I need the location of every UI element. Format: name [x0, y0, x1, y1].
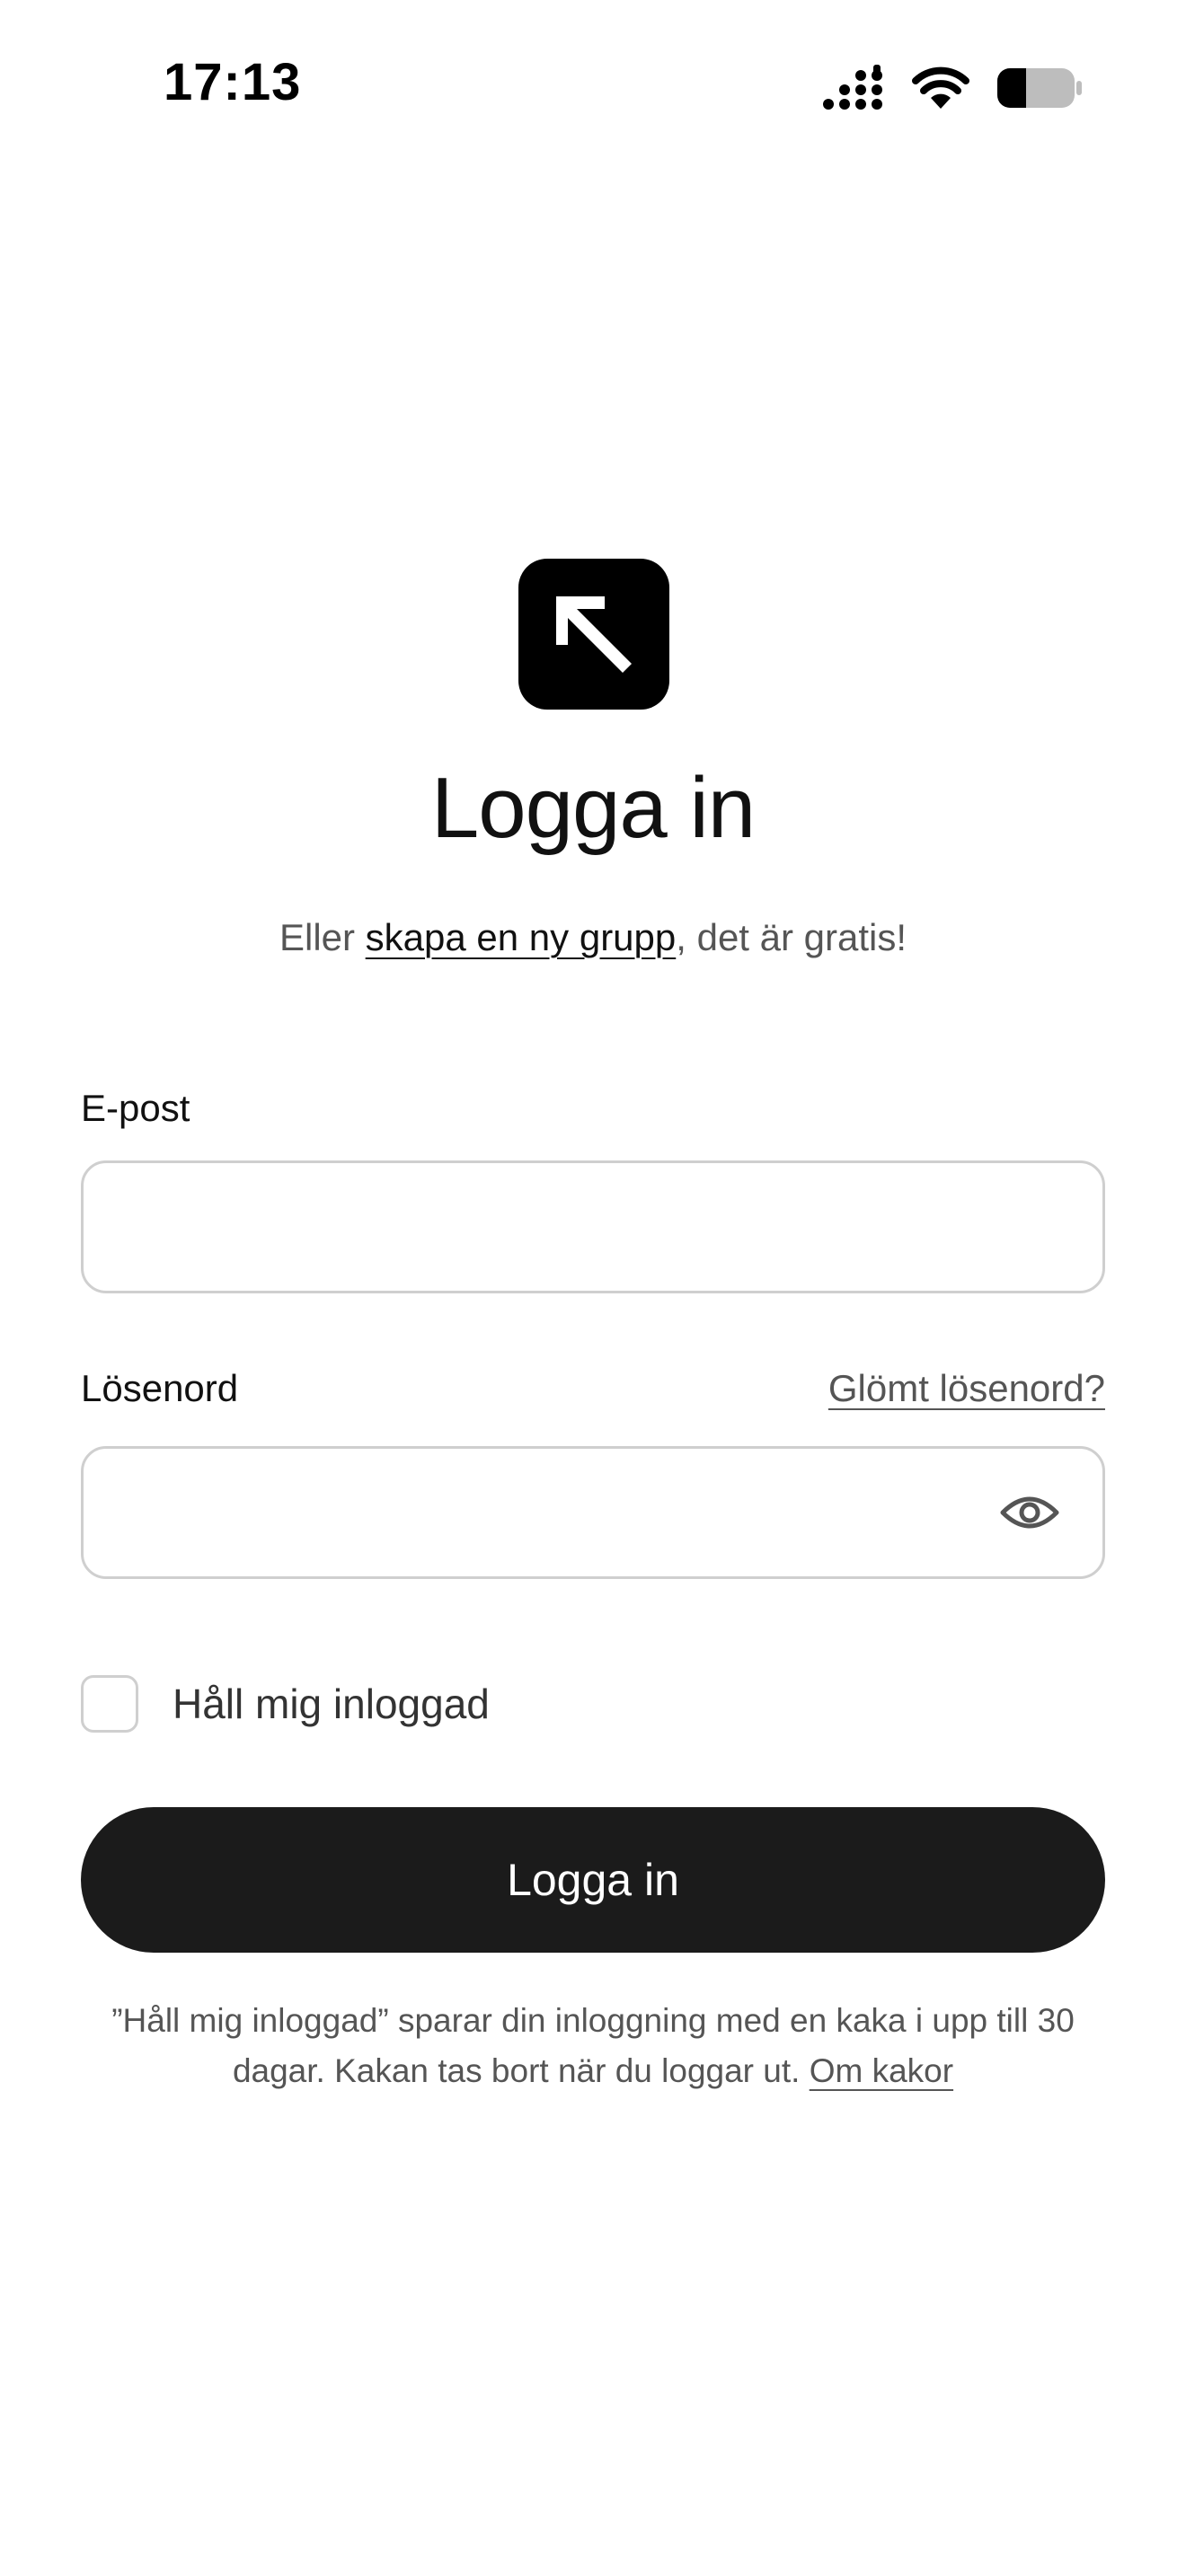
arrow-up-left-icon	[556, 596, 632, 673]
create-group-link[interactable]: skapa en ny grupp	[366, 916, 677, 958]
status-time: 17:13	[164, 53, 302, 111]
signal-icon	[823, 65, 882, 110]
remember-me-label[interactable]: Håll mig inloggad	[173, 1680, 490, 1728]
password-label: Lösenord	[81, 1367, 239, 1409]
remember-me-footnote: ”Håll mig inloggad” sparar din inloggnin…	[81, 1996, 1105, 2096]
email-input[interactable]	[81, 1160, 1105, 1293]
password-input[interactable]	[81, 1446, 1105, 1579]
subtitle: Eller skapa en ny grupp, det är gratis!	[0, 916, 1186, 959]
battery-icon	[997, 68, 1082, 108]
status-icons	[821, 63, 1084, 113]
forgot-password-link[interactable]: Glömt lösenord?	[828, 1367, 1105, 1410]
eye-icon[interactable]	[999, 1484, 1060, 1541]
subtitle-prefix: Eller	[279, 916, 366, 958]
app-logo	[518, 559, 669, 710]
status-bar: 17:13	[0, 0, 1186, 171]
email-label: E-post	[81, 1087, 190, 1129]
about-cookies-link[interactable]: Om kakor	[810, 2052, 953, 2089]
wifi-icon	[912, 66, 969, 109]
page-title: Logga in	[430, 760, 756, 856]
remember-me-checkbox[interactable]	[81, 1675, 138, 1733]
login-button[interactable]: Logga in	[81, 1807, 1105, 1953]
subtitle-suffix: , det är gratis!	[676, 916, 907, 958]
